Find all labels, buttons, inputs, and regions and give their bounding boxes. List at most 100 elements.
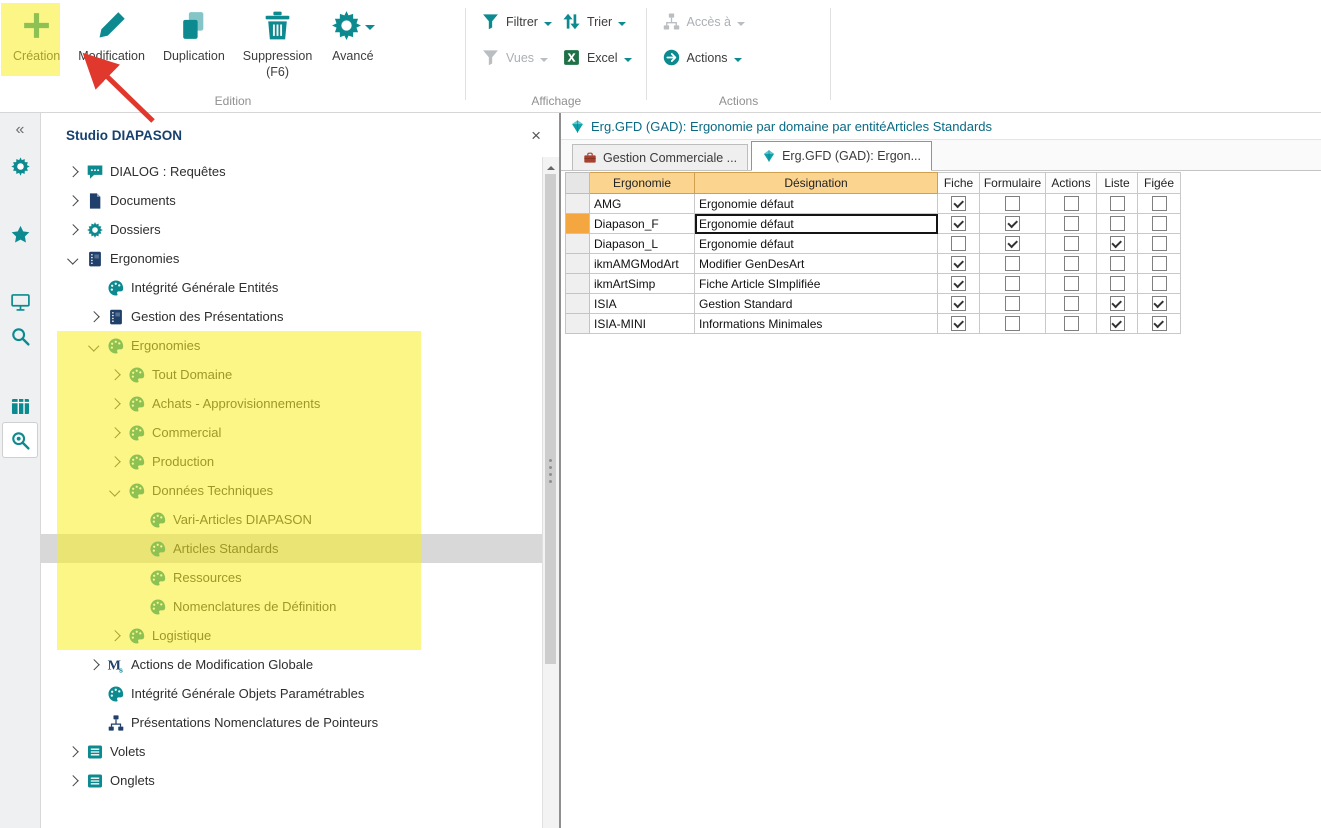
- checkbox-unchecked[interactable]: [1110, 216, 1125, 231]
- cell-figee[interactable]: [1138, 314, 1181, 334]
- cell-designation[interactable]: Modifier GenDesArt: [695, 254, 938, 274]
- cell-liste[interactable]: [1097, 314, 1138, 334]
- row-selector[interactable]: [566, 294, 590, 314]
- row-selector[interactable]: [566, 194, 590, 214]
- checkbox-unchecked[interactable]: [1110, 256, 1125, 271]
- tree-item-actions-de-modification-globale[interactable]: MsActions de Modification Globale: [41, 650, 543, 679]
- checkbox-unchecked[interactable]: [1005, 256, 1020, 271]
- trier-button[interactable]: Trier: [559, 10, 635, 33]
- cell-figee[interactable]: [1138, 294, 1181, 314]
- checkbox-unchecked[interactable]: [1110, 196, 1125, 211]
- tree-item-donnees-techniques[interactable]: Données Techniques: [41, 476, 543, 505]
- checkbox-unchecked[interactable]: [1152, 256, 1167, 271]
- row-selector[interactable]: [566, 314, 590, 334]
- tree-item-dialog-requetes[interactable]: DIALOG : Requêtes: [41, 157, 543, 186]
- cell-formulaire[interactable]: [980, 234, 1046, 254]
- checkbox-unchecked[interactable]: [1064, 196, 1079, 211]
- checkbox-unchecked[interactable]: [1064, 316, 1079, 331]
- column-header-figee[interactable]: Figée: [1138, 173, 1181, 194]
- tree-item-documents[interactable]: Documents: [41, 186, 543, 215]
- vues-button[interactable]: Vues: [478, 46, 555, 69]
- cell-figee[interactable]: [1138, 234, 1181, 254]
- cell-designation[interactable]: Informations Minimales: [695, 314, 938, 334]
- checkbox-checked[interactable]: [951, 196, 966, 211]
- tree-item-vari-articles-diapason[interactable]: Vari-Articles DIAPASON: [41, 505, 543, 534]
- cell-actions[interactable]: [1046, 234, 1097, 254]
- chevron-down-icon[interactable]: [65, 255, 80, 263]
- checkbox-unchecked[interactable]: [1064, 236, 1079, 251]
- chevron-right-icon[interactable]: [86, 313, 101, 321]
- column-header-ergonomie[interactable]: Ergonomie: [590, 173, 695, 194]
- checkbox-checked[interactable]: [1110, 296, 1125, 311]
- checkbox-unchecked[interactable]: [1064, 296, 1079, 311]
- tree-item-achats-approvisionnements[interactable]: Achats - Approvisionnements: [41, 389, 543, 418]
- creation-button[interactable]: Création: [4, 5, 69, 64]
- row-selector-current[interactable]: [566, 214, 590, 234]
- cell-fiche[interactable]: [938, 294, 980, 314]
- filtrer-button[interactable]: Filtrer: [478, 10, 555, 33]
- cell-liste[interactable]: [1097, 294, 1138, 314]
- checkbox-unchecked[interactable]: [1152, 216, 1167, 231]
- tree-item-tout-domaine[interactable]: Tout Domaine: [41, 360, 543, 389]
- checkbox-unchecked[interactable]: [1064, 216, 1079, 231]
- column-header-designation[interactable]: Désignation: [695, 173, 938, 194]
- checkbox-unchecked[interactable]: [1064, 276, 1079, 291]
- tree-scrollbar[interactable]: [542, 157, 559, 828]
- cell-ergonomie[interactable]: Diapason_L: [590, 234, 695, 254]
- checkbox-checked[interactable]: [951, 316, 966, 331]
- cell-designation[interactable]: Ergonomie défaut: [695, 234, 938, 254]
- suppression-button[interactable]: Suppression (F6): [234, 5, 322, 81]
- row-selector-header[interactable]: [566, 173, 590, 194]
- chevron-right-icon[interactable]: [86, 661, 101, 669]
- tab-gestion-commerciale[interactable]: Gestion Commerciale ...: [572, 144, 748, 170]
- cell-ergonomie[interactable]: ISIA-MINI: [590, 314, 695, 334]
- tree-item-commercial[interactable]: Commercial: [41, 418, 543, 447]
- tree-item-onglets[interactable]: Onglets: [41, 766, 543, 795]
- cell-liste[interactable]: [1097, 274, 1138, 294]
- chevron-right-icon[interactable]: [107, 429, 122, 437]
- sidebar-gear-button[interactable]: [3, 149, 37, 183]
- tree-item-ergonomies[interactable]: Ergonomies: [41, 244, 543, 273]
- tree-item-presentations-nomenclatures-de-pointeurs[interactable]: Présentations Nomenclatures de Pointeurs: [41, 708, 543, 737]
- checkbox-checked[interactable]: [951, 256, 966, 271]
- cell-figee[interactable]: [1138, 254, 1181, 274]
- column-header-actions[interactable]: Actions: [1046, 173, 1097, 194]
- modification-button[interactable]: Modification: [69, 5, 154, 64]
- cell-formulaire[interactable]: [980, 214, 1046, 234]
- sidebar-columns-button[interactable]: [3, 389, 37, 423]
- cell-liste[interactable]: [1097, 194, 1138, 214]
- cell-actions[interactable]: [1046, 314, 1097, 334]
- checkbox-checked[interactable]: [1152, 316, 1167, 331]
- checkbox-checked[interactable]: [951, 296, 966, 311]
- cell-ergonomie[interactable]: AMG: [590, 194, 695, 214]
- cell-figee[interactable]: [1138, 194, 1181, 214]
- actions-button[interactable]: Actions: [659, 46, 748, 69]
- cell-figee[interactable]: [1138, 274, 1181, 294]
- checkbox-unchecked[interactable]: [1152, 276, 1167, 291]
- tree-item-volets[interactable]: Volets: [41, 737, 543, 766]
- row-selector[interactable]: [566, 254, 590, 274]
- scrollbar-thumb[interactable]: [545, 174, 556, 664]
- cell-actions[interactable]: [1046, 294, 1097, 314]
- cell-actions[interactable]: [1046, 274, 1097, 294]
- checkbox-unchecked[interactable]: [1152, 196, 1167, 211]
- row-selector[interactable]: [566, 274, 590, 294]
- checkbox-checked[interactable]: [1005, 236, 1020, 251]
- row-selector[interactable]: [566, 234, 590, 254]
- cell-formulaire[interactable]: [980, 274, 1046, 294]
- chevron-down-icon[interactable]: [107, 487, 122, 495]
- collapse-panel-button[interactable]: «: [0, 121, 40, 139]
- checkbox-checked[interactable]: [951, 216, 966, 231]
- cell-formulaire[interactable]: [980, 294, 1046, 314]
- checkbox-checked[interactable]: [1110, 236, 1125, 251]
- tree-item-ergonomies[interactable]: Ergonomies: [41, 331, 543, 360]
- column-header-fiche[interactable]: Fiche: [938, 173, 980, 194]
- cell-liste[interactable]: [1097, 214, 1138, 234]
- tree-item-nomenclatures-de-definition[interactable]: Nomenclatures de Définition: [41, 592, 543, 621]
- checkbox-checked[interactable]: [951, 276, 966, 291]
- checkbox-checked[interactable]: [1152, 296, 1167, 311]
- checkbox-checked[interactable]: [1005, 216, 1020, 231]
- chevron-down-icon[interactable]: [86, 342, 101, 350]
- cell-designation[interactable]: Ergonomie défaut: [695, 214, 938, 234]
- column-header-formulaire[interactable]: Formulaire: [980, 173, 1046, 194]
